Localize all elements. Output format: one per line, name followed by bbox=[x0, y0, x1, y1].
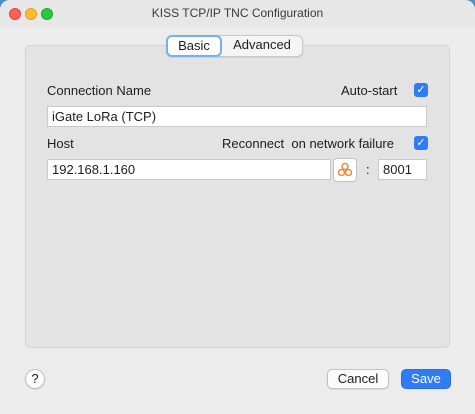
checkmark-icon: ✓ bbox=[416, 84, 426, 96]
tab-advanced[interactable]: Advanced bbox=[222, 36, 302, 56]
help-button[interactable]: ? bbox=[25, 369, 45, 389]
tab-bar: Basic Advanced bbox=[166, 35, 303, 57]
bonjour-network-icon bbox=[337, 162, 353, 177]
reconnect-label: Reconnect on network failure bbox=[222, 136, 394, 151]
connection-name-field[interactable]: iGate LoRa (TCP) bbox=[47, 106, 427, 127]
cancel-button[interactable]: Cancel bbox=[327, 369, 389, 389]
config-window: KISS TCP/IP TNC Configuration Basic Adva… bbox=[0, 0, 475, 414]
host-field[interactable]: 192.168.1.160 bbox=[47, 159, 331, 180]
connection-name-label: Connection Name bbox=[47, 83, 152, 98]
save-button[interactable]: Save bbox=[401, 369, 451, 389]
reconnect-checkbox[interactable]: ✓ bbox=[414, 136, 428, 150]
port-field[interactable]: 8001 bbox=[378, 159, 427, 180]
tab-basic[interactable]: Basic bbox=[166, 35, 222, 57]
autostart-label: Auto-start bbox=[341, 83, 398, 98]
window-title: KISS TCP/IP TNC Configuration bbox=[151, 6, 324, 20]
port-separator: : bbox=[366, 162, 370, 177]
browse-network-button[interactable] bbox=[333, 158, 357, 182]
checkmark-icon: ✓ bbox=[416, 137, 426, 149]
autostart-checkbox[interactable]: ✓ bbox=[414, 83, 428, 97]
title-bar: KISS TCP/IP TNC Configuration bbox=[0, 0, 475, 28]
host-label: Host bbox=[47, 136, 74, 151]
